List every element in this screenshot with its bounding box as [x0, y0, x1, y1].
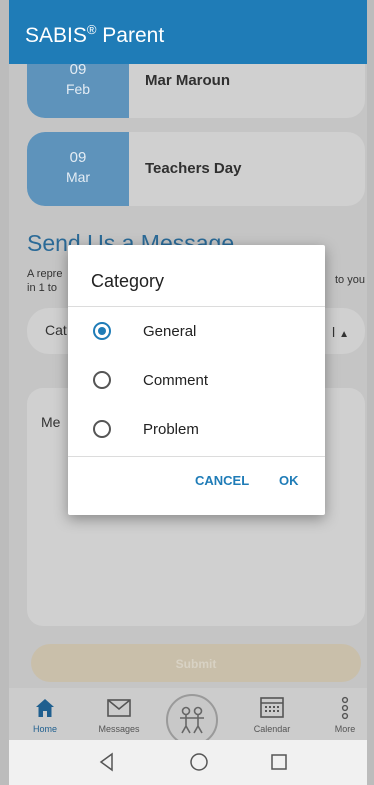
event-day: 09 [69, 64, 87, 78]
option-problem[interactable]: Problem [68, 407, 325, 455]
system-navigation-bar [9, 740, 367, 785]
submit-button[interactable]: Submit [31, 644, 361, 682]
event-month: Mar [65, 169, 91, 185]
event-month: Feb [65, 81, 91, 97]
radio-checked-icon[interactable] [93, 322, 111, 340]
event-card[interactable]: 09 Feb Mar Maroun [27, 64, 365, 118]
nav-calendar[interactable]: Calendar [245, 688, 299, 740]
calendar-icon [260, 697, 284, 718]
message-section-description: A repre in 1 to [27, 268, 63, 294]
event-card[interactable]: 09 Mar Teachers Day [27, 132, 365, 206]
home-icon [36, 699, 54, 717]
event-title: Teachers Day [145, 160, 242, 177]
cancel-button[interactable]: CANCEL [195, 473, 249, 488]
ok-button[interactable]: OK [279, 473, 299, 488]
dialog-title: Category [91, 271, 165, 291]
event-title: Mar Maroun [145, 72, 231, 89]
dialog-divider [68, 456, 325, 457]
category-dialog: Category General Comment Problem CANCEL … [68, 245, 325, 515]
nav-messages[interactable]: Messages [89, 688, 149, 740]
children-mascot-icon [180, 706, 204, 734]
event-day: 09 [69, 149, 87, 166]
option-label: General [143, 323, 197, 340]
option-label: Comment [143, 372, 209, 389]
category-label: Cat [45, 322, 67, 338]
event-date-block: 09 Mar [27, 132, 129, 206]
dropdown-arrow-icon: l ▲ [331, 324, 349, 340]
app-title: SABIS® Parent [25, 22, 165, 47]
radio-unchecked-icon[interactable] [93, 371, 111, 389]
dialog-divider [68, 306, 325, 307]
nav-more[interactable]: More [327, 688, 363, 740]
recents-icon[interactable] [267, 750, 291, 774]
mascot-center-button[interactable] [166, 694, 218, 746]
event-date-block: 09 Feb [27, 64, 129, 118]
option-general[interactable]: General [68, 309, 325, 357]
home-circle-icon[interactable] [187, 750, 211, 774]
more-vertical-icon [341, 696, 349, 720]
nav-home[interactable]: Home [23, 688, 67, 740]
app-bar: SABIS® Parent [9, 0, 367, 64]
envelope-icon [107, 699, 131, 717]
option-label: Problem [143, 421, 199, 438]
back-icon[interactable] [95, 750, 119, 774]
message-label: Me [41, 414, 61, 430]
radio-unchecked-icon[interactable] [93, 420, 111, 438]
option-comment[interactable]: Comment [68, 358, 325, 406]
message-section-description-end: to you [335, 274, 365, 286]
